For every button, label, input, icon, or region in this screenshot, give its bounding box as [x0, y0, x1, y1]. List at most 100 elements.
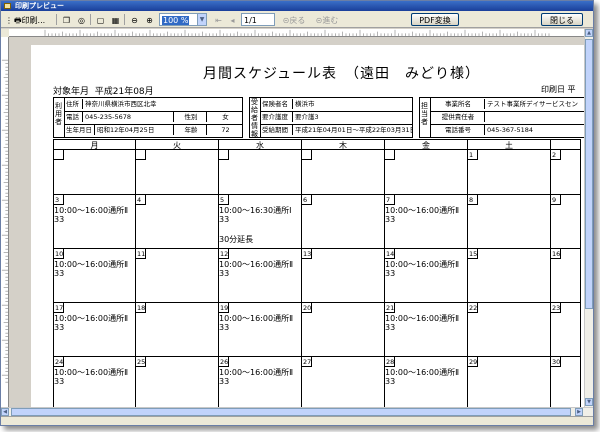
calendar-day-cell: 25	[136, 357, 219, 407]
weekday-header: 火	[136, 139, 219, 150]
scroll-up-icon[interactable]: ▲	[585, 29, 593, 37]
day-number: 23	[551, 303, 561, 313]
forward-button[interactable]: ⊝進む	[312, 13, 342, 26]
toolbar-separator	[56, 14, 57, 25]
horizontal-scrollbar[interactable]: ◀ ▶	[1, 407, 593, 416]
provider-info-box: 担当者 事業所名 テスト事業所デイサービスセン 提供責任者 電話番号 045-3…	[419, 97, 591, 138]
status-bar	[1, 416, 593, 425]
day-number: 4	[136, 195, 146, 205]
weekday-header: 木	[302, 139, 385, 150]
day-number: 20	[302, 303, 312, 313]
calendar-day-cell: 29	[468, 357, 551, 407]
day-number: 1	[468, 150, 478, 160]
gender-value: 女	[222, 113, 229, 121]
vertical-scrollbar[interactable]: ▲ ▼	[584, 29, 593, 407]
day-number: 19	[219, 303, 229, 313]
schedule-entry: 10:00～16:00通所Ⅱ 33	[54, 368, 129, 386]
scroll-right-icon[interactable]: ▶	[575, 408, 583, 416]
print-button[interactable]: 🖶印刷...	[13, 13, 53, 26]
provider-side-label: 担当者	[421, 102, 428, 126]
calendar-day-cell: 18	[136, 303, 219, 357]
calendar-day-cell: 30	[551, 357, 581, 407]
calendar-day-cell: 11	[136, 249, 219, 303]
calendar-day-cell: 2	[551, 150, 581, 195]
day-number: 29	[468, 357, 478, 367]
horizontal-scroll-thumb[interactable]	[11, 408, 571, 416]
schedule-entry: 10:00～16:00通所Ⅱ 33	[385, 368, 460, 386]
zoom-in-icon[interactable]: ⊕	[143, 13, 156, 26]
scroll-down-icon[interactable]: ▼	[585, 398, 593, 406]
phone-label: 電話	[65, 112, 83, 122]
day-number: 27	[302, 357, 312, 367]
scroll-left-icon[interactable]: ◀	[1, 408, 9, 416]
insurance-side-label: 受給者情報	[251, 98, 258, 138]
day-number: 13	[302, 249, 312, 259]
day-number: 7	[385, 195, 395, 205]
forward-label: 進む	[322, 16, 339, 25]
pdf-convert-button[interactable]: PDF変換	[411, 13, 459, 26]
multi-page-icon[interactable]: ▦	[109, 13, 122, 26]
calendar-day-cell: 22	[468, 303, 551, 357]
office-label: 事業所名	[431, 99, 485, 109]
gender-label: 性別	[175, 112, 207, 122]
calendar-day-cell: 26 10:00～16:00通所Ⅱ 33	[219, 357, 302, 407]
care-level-value: 要介護3	[295, 113, 319, 121]
single-page-icon[interactable]: ▢	[94, 13, 107, 26]
back-button[interactable]: ⊝戻る	[279, 13, 309, 26]
calendar-day-cell: 21 10:00～16:00通所Ⅱ 33	[385, 303, 468, 357]
day-number: 15	[468, 249, 478, 259]
address-label: 住所	[65, 99, 83, 109]
day-number: 25	[136, 357, 146, 367]
vertical-scroll-thumb[interactable]	[585, 39, 593, 309]
schedule-entry: 10:00～16:30通所Ⅰ 33	[219, 206, 292, 224]
day-number: 30	[551, 357, 561, 367]
insurer-label: 保険者名	[261, 99, 293, 109]
print-label: 印刷...	[21, 16, 46, 25]
day-number: 6	[302, 195, 312, 205]
calendar-day-cell: 3 10:00～16:00通所Ⅱ 33	[53, 195, 136, 249]
calendar-day-cell: 7 10:00～16:00通所Ⅱ 33	[385, 195, 468, 249]
day-number	[302, 150, 312, 160]
copy-icon[interactable]: ❐	[60, 13, 73, 26]
calendar-day-cell: 19 10:00～16:00通所Ⅱ 33	[219, 303, 302, 357]
app-icon	[4, 3, 11, 9]
weekday-header: 月	[53, 139, 136, 150]
provider-phone-label: 電話番号	[431, 125, 485, 135]
calendar-day-cell	[219, 150, 302, 195]
target-month-label: 対象年月	[53, 87, 90, 97]
window-title: 印刷プレビュー	[15, 2, 64, 10]
report-page: 月間スケジュール表 （遠田 みどり様） 対象年月 平成21年08月 印刷日 平 …	[31, 45, 591, 407]
close-button[interactable]: 閉じる	[541, 13, 583, 26]
day-number: 12	[219, 249, 229, 259]
day-number: 22	[468, 303, 478, 313]
day-number: 2	[551, 150, 561, 160]
horizontal-ruler	[9, 29, 585, 37]
day-number	[54, 150, 64, 160]
toolbar: ⋮ 🖶印刷... ❐ ◎ ▢ ▦ ⊖ ⊕ 100 % ▼ ⇤ ◂ 1/1 ⊝戻る…	[1, 11, 593, 28]
first-page-icon[interactable]: ⇤	[212, 13, 225, 26]
zoom-out-icon[interactable]: ⊖	[128, 13, 141, 26]
calendar-day-cell: 28 10:00～16:00通所Ⅱ 33	[385, 357, 468, 407]
calendar-day-cell: 24 10:00～16:00通所Ⅱ 33	[53, 357, 136, 407]
zoom-select[interactable]: 100 % ▼	[159, 13, 207, 26]
print-date: 印刷日 平	[541, 84, 576, 95]
toolbar-separator	[90, 14, 91, 25]
day-number	[136, 150, 146, 160]
back-label: 戻る	[289, 16, 306, 25]
calendar-day-cell	[53, 150, 136, 195]
calendar-day-cell: 17 10:00～16:00通所Ⅱ 33	[53, 303, 136, 357]
user-info-box: 利用者 住所 神奈川県横浜市西区北幸 電話 045-235-5678 性別 女 …	[53, 97, 243, 138]
print-date-label: 印刷日	[541, 85, 565, 94]
previous-page-icon[interactable]: ◂	[226, 13, 239, 26]
office-value: テスト事業所デイサービスセン	[487, 100, 578, 108]
calendar-day-cell: 1	[468, 150, 551, 195]
calendar-day-cell: 15	[468, 249, 551, 303]
find-icon[interactable]: ◎	[75, 13, 88, 26]
day-number: 18	[136, 303, 146, 313]
print-preview-window: 印刷プレビュー ⋮ 🖶印刷... ❐ ◎ ▢ ▦ ⊖ ⊕ 100 % ▼ ⇤ ◂…	[0, 0, 594, 426]
period-label: 受給期間	[261, 125, 293, 135]
day-number: 21	[385, 303, 395, 313]
calendar-day-cell: 4	[136, 195, 219, 249]
printer-icon: 🖶	[14, 16, 22, 25]
page-number-input[interactable]: 1/1	[241, 13, 275, 26]
